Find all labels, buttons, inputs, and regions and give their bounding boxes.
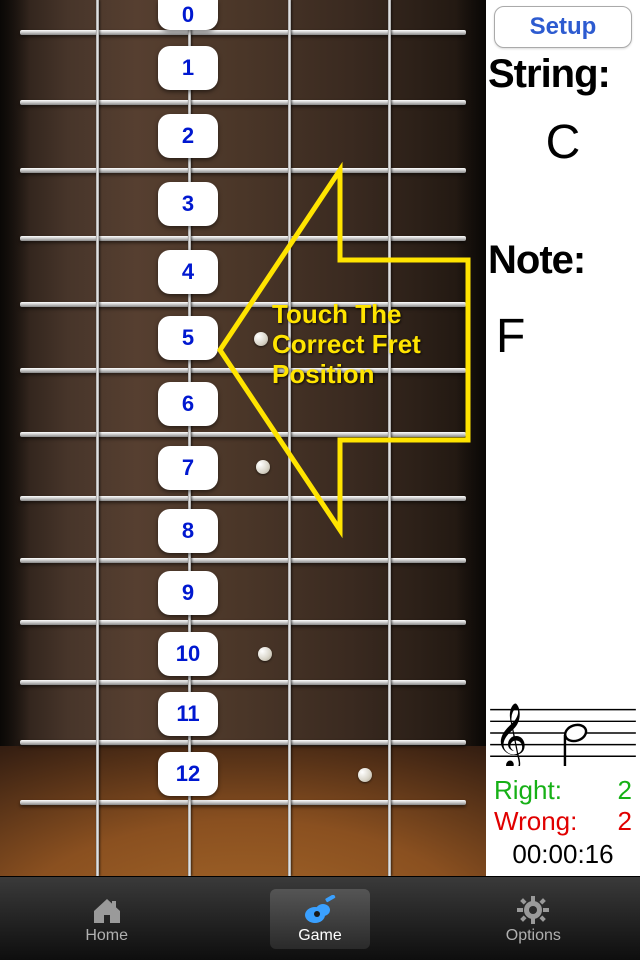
- string-line: [288, 0, 291, 876]
- ukulele-icon: [303, 895, 337, 925]
- fret-wire: [20, 100, 466, 105]
- tab-bar: Home Game: [0, 876, 640, 960]
- fret-button-5[interactable]: 5: [158, 316, 218, 360]
- note-label: Note:: [486, 238, 640, 283]
- fret-wire: [20, 496, 466, 501]
- fret-marker-dot: [258, 647, 272, 661]
- fret-wire: [20, 620, 466, 625]
- fret-marker-dot: [256, 460, 270, 474]
- main-area: 0 1 2 3 4 5 6 7 8 9 10 11 12 Touch The C…: [0, 0, 640, 876]
- fret-button-3[interactable]: 3: [158, 182, 218, 226]
- fret-button-10[interactable]: 10: [158, 632, 218, 676]
- fret-wire: [20, 168, 466, 173]
- string-line: [388, 0, 391, 876]
- string-label: String:: [486, 52, 640, 97]
- fret-wire: [20, 680, 466, 685]
- right-value: 2: [618, 775, 632, 806]
- right-label: Right:: [494, 775, 562, 806]
- info-panel: Setup String: C Note: F 𝄞 Right:: [486, 0, 640, 876]
- fret-button-12[interactable]: 12: [158, 752, 218, 796]
- fret-wire: [20, 368, 466, 373]
- string-value: C: [486, 115, 640, 170]
- string-line: [96, 0, 99, 876]
- svg-text:𝄞: 𝄞: [494, 703, 527, 766]
- fret-wire: [20, 30, 466, 35]
- fret-wire: [20, 740, 466, 745]
- fret-button-11[interactable]: 11: [158, 692, 218, 736]
- tab-game[interactable]: Game: [213, 877, 426, 960]
- tab-label: Options: [506, 927, 561, 945]
- fret-wire: [20, 558, 466, 563]
- fret-wire: [20, 302, 466, 307]
- tab-options[interactable]: Options: [427, 877, 640, 960]
- tab-home[interactable]: Home: [0, 877, 213, 960]
- timer: 00:00:16: [486, 837, 640, 876]
- fretboard[interactable]: 0 1 2 3 4 5 6 7 8 9 10 11 12 Touch The C…: [0, 0, 486, 876]
- score-right: Right: 2: [486, 775, 640, 806]
- fret-button-9[interactable]: 9: [158, 571, 218, 615]
- fret-button-4[interactable]: 4: [158, 250, 218, 294]
- tab-label: Game: [298, 927, 342, 945]
- gear-icon: [516, 895, 550, 925]
- fret-button-1[interactable]: 1: [158, 46, 218, 90]
- fret-wire: [20, 236, 466, 241]
- fret-wire: [20, 432, 466, 437]
- wrong-label: Wrong:: [494, 806, 577, 837]
- fret-button-7[interactable]: 7: [158, 446, 218, 490]
- fret-wire: [20, 800, 466, 805]
- home-icon: [90, 895, 124, 925]
- fret-marker-dot: [358, 768, 372, 782]
- score-wrong: Wrong: 2: [486, 806, 640, 837]
- setup-button[interactable]: Setup: [494, 6, 632, 48]
- fret-marker-dot: [254, 332, 268, 346]
- fret-button-2[interactable]: 2: [158, 114, 218, 158]
- fret-button-8[interactable]: 8: [158, 509, 218, 553]
- staff-notation: 𝄞: [490, 698, 636, 771]
- tab-label: Home: [85, 927, 128, 945]
- note-value: F: [486, 309, 640, 364]
- wrong-value: 2: [618, 806, 632, 837]
- fret-button-6[interactable]: 6: [158, 382, 218, 426]
- fret-button-0[interactable]: 0: [158, 0, 218, 30]
